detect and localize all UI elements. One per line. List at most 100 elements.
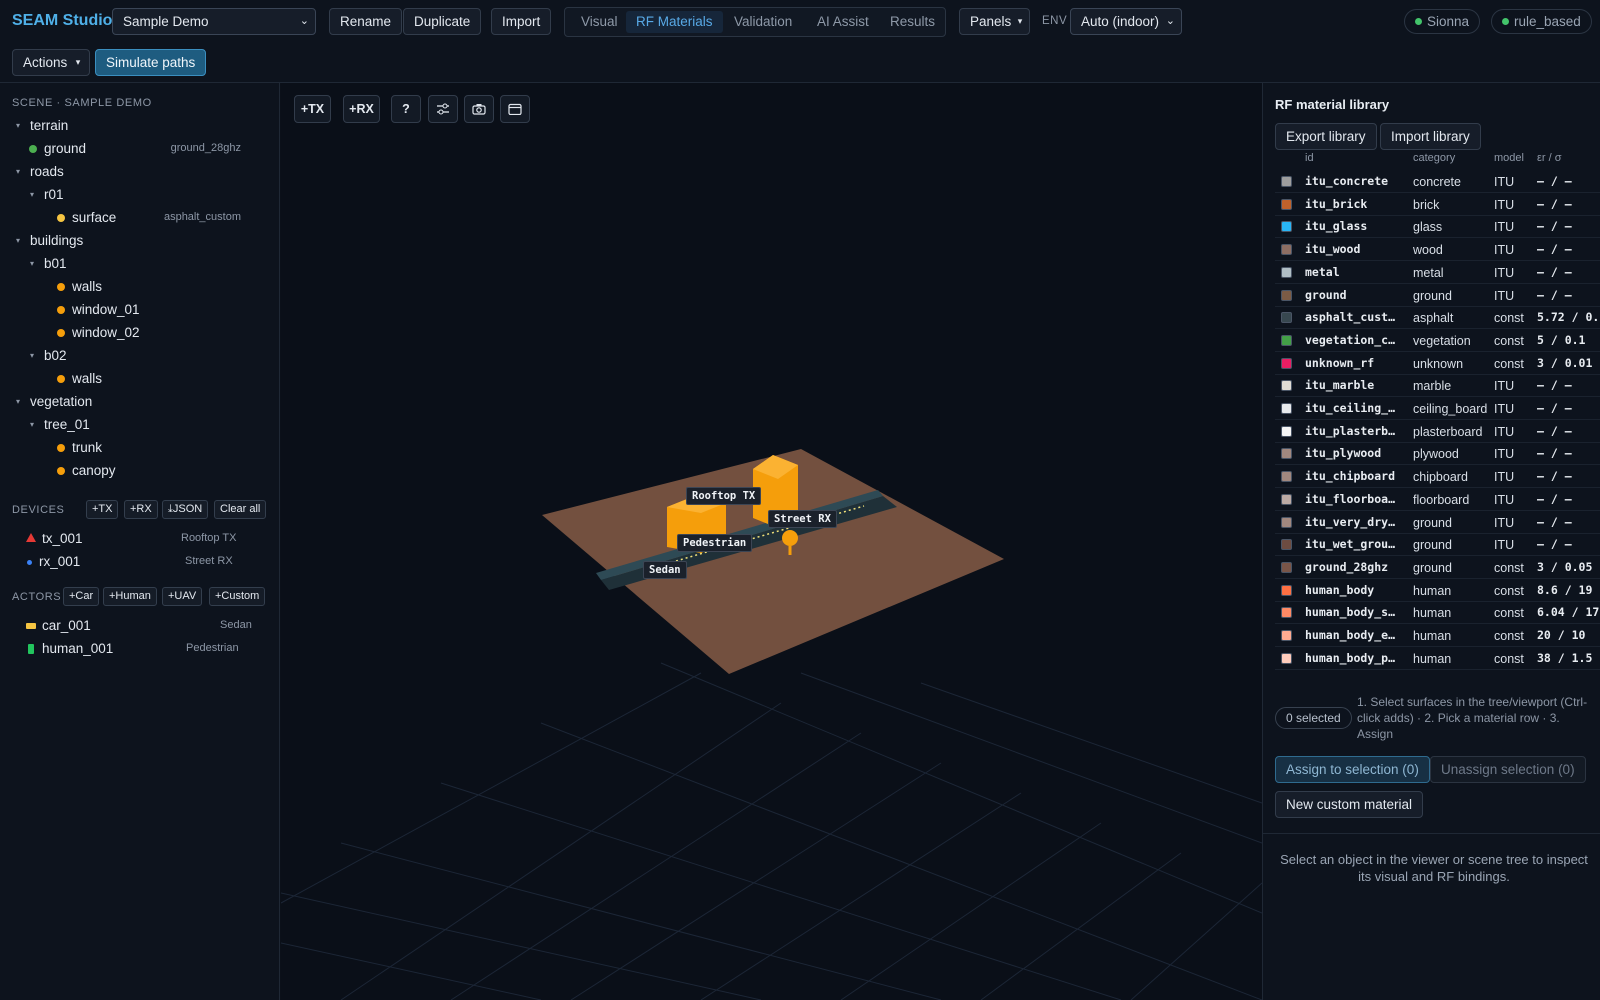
material-id: metal [1305,264,1340,279]
expand-toggle-icon[interactable]: ▾ [30,415,34,435]
add-car-button[interactable]: +Car [63,587,100,606]
scene-tree-item-terrain[interactable]: ▾ terrain [16,116,68,136]
viewport-add-tx-button[interactable]: +TX [294,95,331,123]
import-button[interactable]: Import [491,8,552,35]
tree-item-label: b01 [44,256,67,271]
color-swatch [1281,266,1292,278]
expand-toggle-icon[interactable]: ▾ [16,392,20,412]
scene-tree-item-ground[interactable]: ground [29,139,86,159]
viewport-add-rx-button[interactable]: +RX [343,95,380,123]
expand-toggle-icon[interactable]: ▾ [30,185,34,205]
table-row[interactable]: ground ground ITU – / – [1275,284,1600,307]
sliders-button[interactable] [428,95,458,123]
scene-tree-item-walls[interactable]: walls [57,277,102,297]
tab-rf-materials[interactable]: RF Materials [626,11,723,33]
import-library-button[interactable]: Import library [1380,123,1481,150]
table-row[interactable]: itu_chipboard chipboard ITU – / – [1275,465,1600,489]
scene-tree-item-tree-01[interactable]: ▾ tree_01 [30,415,90,435]
simulate-paths-button[interactable]: Simulate paths [95,49,207,76]
screenshot-button[interactable] [464,95,494,123]
scene-tree-item-b01[interactable]: ▾ b01 [30,254,67,274]
scene-tree-item-surface[interactable]: surface [57,208,116,228]
3d-viewport[interactable]: +TX +RX ? Rooftop TX Street RX Pedestria… [281,83,1262,1000]
expand-toggle-icon[interactable]: ▾ [30,254,34,274]
expand-toggle-icon[interactable]: ▾ [30,346,34,366]
scene-tree-item-window-01[interactable]: window_01 [57,300,140,320]
assign-instructions: 1. Select surfaces in the tree/viewport … [1357,695,1588,741]
table-row[interactable]: itu_wood wood ITU – / – [1275,238,1600,262]
actor-row-human[interactable]: human_001 [28,639,113,659]
table-row[interactable]: human_body_p… human const 38 / 1.5 [1275,647,1600,670]
add-tx-button[interactable]: +TX [86,500,119,519]
tab-results[interactable]: Results [880,11,945,33]
add-rx-button[interactable]: +RX [124,500,158,519]
table-row[interactable]: ground_28ghz ground const 3 / 0.05 [1275,556,1600,579]
table-row[interactable]: asphalt_cust… asphalt const 5.72 / 0. [1275,306,1600,330]
table-row[interactable]: itu_marble marble ITU – / – [1275,374,1600,398]
calendar-button[interactable] [500,95,530,123]
tab-ai-assist[interactable]: AI Assist [807,11,879,33]
table-row[interactable]: human_body_e… human const 20 / 10 [1275,624,1600,647]
actor-row-car[interactable]: car_001 [26,616,91,636]
table-row[interactable]: itu_very_dry… ground ITU – / – [1275,511,1600,534]
material-id: itu_brick [1305,196,1368,211]
material-id: itu_marble [1305,378,1375,393]
table-row[interactable]: human_body human const 8.6 / 19 [1275,579,1600,602]
scene-tree-item-r01[interactable]: ▾ r01 [30,185,64,205]
label-street-rx[interactable]: Street RX [768,510,837,528]
table-row[interactable]: itu_floorboa… floorboard ITU – / – [1275,488,1600,511]
rename-button[interactable]: Rename [329,8,403,35]
table-row[interactable]: human_body_s… human const 6.04 / 17 [1275,601,1600,625]
expand-toggle-icon[interactable]: ▾ [16,116,20,136]
table-row[interactable]: itu_glass glass ITU – / – [1275,215,1600,239]
new-custom-material-button[interactable]: New custom material [1275,791,1424,818]
material-model: ITU [1494,220,1515,235]
scene-tree-item-b02[interactable]: ▾ b02 [30,346,67,366]
scene-tree-item-roads[interactable]: ▾ roads [16,162,64,182]
project-select[interactable]: Sample Demo ⌄ [112,8,316,35]
material-category: unknown [1413,356,1464,371]
expand-toggle-icon[interactable]: ▾ [16,162,20,182]
device-row-rx[interactable]: rx_001 [27,552,80,572]
tab-validation[interactable]: Validation [724,11,802,33]
duplicate-button[interactable]: Duplicate [403,8,482,35]
tab-visual[interactable]: Visual [571,11,628,33]
add-human-button[interactable]: +Human [103,587,157,606]
add-uav-button[interactable]: +UAV [162,587,203,606]
table-row[interactable]: itu_concrete concrete ITU – / – [1275,170,1600,193]
table-row[interactable]: metal metal ITU – / – [1275,261,1600,284]
material-model: const [1494,311,1524,326]
table-row[interactable]: itu_wet_grou… ground ITU – / – [1275,533,1600,557]
scene-tree-item-buildings[interactable]: ▾ buildings [16,231,83,251]
scene-tree-item-canopy[interactable]: canopy [57,461,116,481]
clear-all-button[interactable]: Clear all [214,500,267,519]
label-sedan[interactable]: Sedan [643,561,687,579]
assign-selection-button[interactable]: Assign to selection (0) [1275,756,1430,783]
label-rooftop-tx[interactable]: Rooftop TX [686,487,762,505]
material-model: ITU [1494,197,1515,212]
export-library-button[interactable]: Export library [1275,123,1377,150]
export-json-button[interactable]: ⤓JSON [162,500,209,519]
scene-tree-item-trunk[interactable]: trunk [57,438,102,458]
table-row[interactable]: unknown_rf unknown const 3 / 0.01 [1275,352,1600,375]
tree-item-label: window_01 [72,302,140,317]
actions-button[interactable]: Actions ▾ [12,49,91,76]
table-row[interactable]: itu_plasterb… plasterboard ITU – / – [1275,420,1600,443]
table-row[interactable]: itu_ceiling_… ceiling_board ITU – / – [1275,397,1600,420]
status-badge-label: rule_based [1514,14,1581,29]
table-row[interactable]: itu_brick brick ITU – / – [1275,193,1600,216]
expand-toggle-icon[interactable]: ▾ [16,231,20,251]
panels-button[interactable]: Panels ▾ [959,8,1031,35]
color-swatch [1281,493,1292,505]
label-pedestrian[interactable]: Pedestrian [677,534,753,552]
unassign-selection-button[interactable]: Unassign selection (0) [1430,756,1586,783]
env-select[interactable]: Auto (indoor) ⌄ [1070,8,1182,35]
scene-tree-item-window-02[interactable]: window_02 [57,323,140,343]
add-custom-button[interactable]: +Custom [209,587,266,606]
device-row-tx[interactable]: tx_001 [26,529,83,549]
table-row[interactable]: vegetation_c… vegetation const 5 / 0.1 [1275,329,1600,352]
table-row[interactable]: itu_plywood plywood ITU – / – [1275,442,1600,466]
scene-tree-item-vegetation[interactable]: ▾ vegetation [16,392,92,412]
help-button[interactable]: ? [391,95,421,123]
scene-tree-item-walls[interactable]: walls [57,369,102,389]
